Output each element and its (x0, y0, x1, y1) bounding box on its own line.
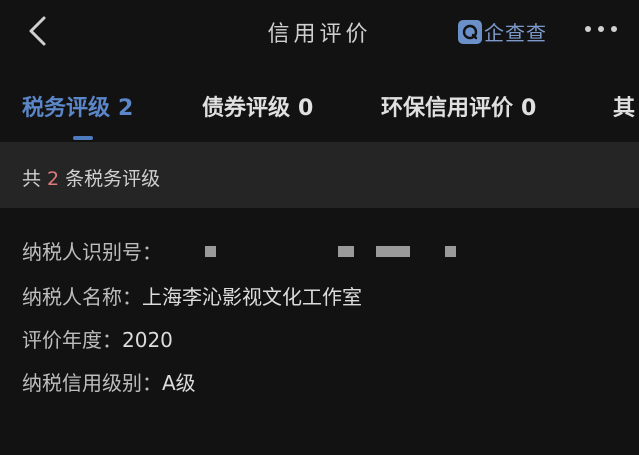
rating-year-value: 2020 (122, 328, 173, 352)
taxpayer-name-row: 纳税人名称：上海李沁影视文化工作室 (22, 281, 362, 310)
taxpayer-name-label: 纳税人名称： (22, 285, 142, 309)
redacted-block (205, 246, 216, 257)
credit-level-label: 纳税信用级别： (22, 371, 162, 395)
rating-tabs: 税务评级 2 债券评级 0 环保信用评价 0 其 (0, 70, 639, 142)
summary-text: 共 2 条税务评级 (22, 164, 160, 191)
tab-label: 其 (613, 96, 636, 121)
tab-bond-rating[interactable]: 债券评级 0 (202, 90, 313, 122)
redacted-block (338, 246, 354, 257)
tab-label: 环保信用评价 (381, 96, 514, 121)
credit-level-row: 纳税信用级别：A级 (22, 367, 196, 396)
active-tab-indicator (73, 136, 93, 140)
top-bar: 信用评价 企查查 (0, 0, 639, 70)
tax-rating-record: 纳税人识别号： 纳税人名称：上海李沁影视文化工作室 评价年度：2020 纳税信用… (0, 208, 639, 455)
tab-label: 税务评级 (22, 96, 111, 121)
rating-year-row: 评价年度：2020 (22, 324, 173, 353)
tab-other[interactable]: 其 (613, 90, 635, 122)
credit-level-value: A级 (162, 371, 196, 395)
summary-prefix: 共 (22, 168, 42, 190)
rating-year-label: 评价年度： (22, 328, 122, 352)
redacted-block (376, 246, 410, 257)
brand-logo: 企查查 (458, 17, 547, 46)
tab-count: 2 (118, 96, 134, 121)
tab-count: 0 (521, 96, 537, 121)
tab-label: 债券评级 (202, 96, 291, 121)
taxpayer-id-label: 纳税人识别号： (22, 240, 162, 264)
redacted-block (445, 246, 456, 257)
taxpayer-id-row: 纳税人识别号： (22, 236, 162, 265)
tab-count: 0 (298, 96, 314, 121)
taxpayer-name-value: 上海李沁影视文化工作室 (142, 285, 362, 309)
brand-mark-icon (458, 19, 482, 44)
tab-environmental-credit[interactable]: 环保信用评价 0 (381, 90, 536, 122)
summary-count: 2 (47, 168, 60, 190)
summary-suffix: 条税务评级 (65, 168, 161, 190)
brand-name: 企查查 (484, 21, 547, 45)
more-options-icon[interactable] (582, 22, 622, 36)
tab-tax-rating[interactable]: 税务评级 2 (22, 90, 133, 122)
summary-bar: 共 2 条税务评级 (0, 142, 639, 208)
